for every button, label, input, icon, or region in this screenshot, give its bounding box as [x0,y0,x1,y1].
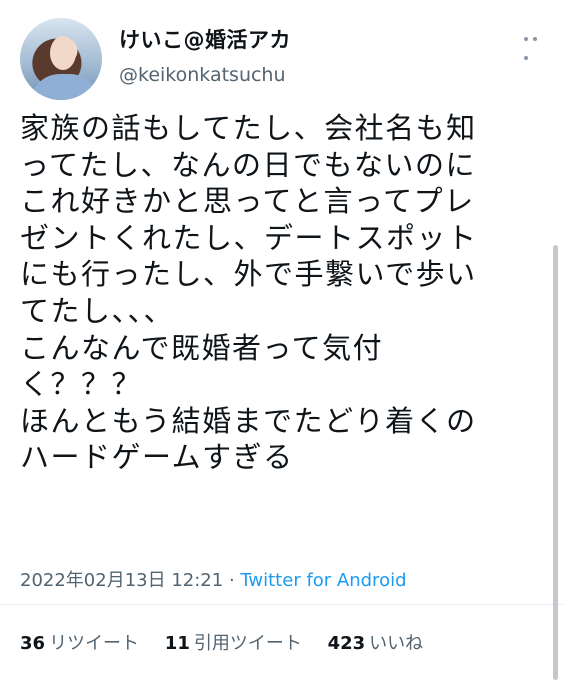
tweet-text: 家族の話もしてたし、会社名も知 ってたし、なんの日でもないのに これ好きかと思っ… [20,111,478,475]
avatar-face [50,36,76,70]
author-handle[interactable]: @keikonkatsuchu [119,64,286,86]
meta-separator: · [223,570,241,591]
quotes-count[interactable]: 11 [165,633,190,654]
tweet-timestamp[interactable]: 2022年02月13日 12:21 [20,570,223,591]
scrollbar[interactable] [553,245,558,680]
avatar[interactable] [20,18,102,100]
more-dots-icon[interactable] [524,28,548,60]
avatar-body [30,74,100,100]
retweets-label[interactable]: リツイート [49,633,139,654]
tweet-meta: 2022年02月13日 12:21 · Twitter for Android [20,566,407,592]
likes-label[interactable]: いいね [369,633,423,654]
author-display-name[interactable]: けいこ@婚活アカ [119,24,291,54]
quotes-label[interactable]: 引用ツイート [194,633,302,654]
divider [0,604,563,605]
likes-count[interactable]: 423 [328,633,366,654]
engagement-stats: 36 リツイート 11 引用ツイート 423 いいね [20,629,443,655]
retweets-count[interactable]: 36 [20,633,45,654]
tweet-source[interactable]: Twitter for Android [240,570,406,591]
